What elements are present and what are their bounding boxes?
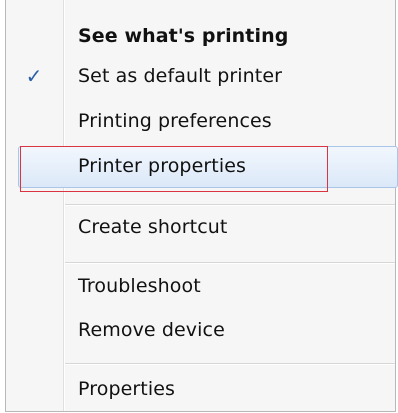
menu-item-label: See what's printing xyxy=(78,25,289,47)
menu-item-label: Properties xyxy=(78,378,176,400)
menu-item-printing-preferences[interactable]: Printing preferences xyxy=(6,101,395,141)
menu-item-label: Troubleshoot xyxy=(78,275,201,297)
menu-item-label: Create shortcut xyxy=(78,216,228,238)
menu-separator xyxy=(65,204,395,206)
menu-separator xyxy=(65,363,395,365)
menu-separator xyxy=(65,262,395,264)
menu-item-remove-device[interactable]: Remove device xyxy=(6,310,395,350)
menu-item-create-shortcut[interactable]: Create shortcut xyxy=(6,207,395,247)
checkmark-icon: ✓ xyxy=(25,64,43,88)
menu-item-troubleshoot[interactable]: Troubleshoot xyxy=(6,266,395,306)
menu-item-properties[interactable]: Properties xyxy=(6,369,395,409)
menu-item-see-whats-printing[interactable]: See what's printing xyxy=(6,16,395,56)
menu-item-label: Set as default printer xyxy=(78,65,283,87)
annotation-highlight-box xyxy=(20,146,328,192)
menu-item-label: Remove device xyxy=(78,319,225,341)
menu-item-set-default-printer[interactable]: ✓ Set as default printer xyxy=(6,56,395,96)
context-menu: See what's printing ✓ Set as default pri… xyxy=(5,0,398,412)
menu-item-label: Printing preferences xyxy=(78,110,272,132)
